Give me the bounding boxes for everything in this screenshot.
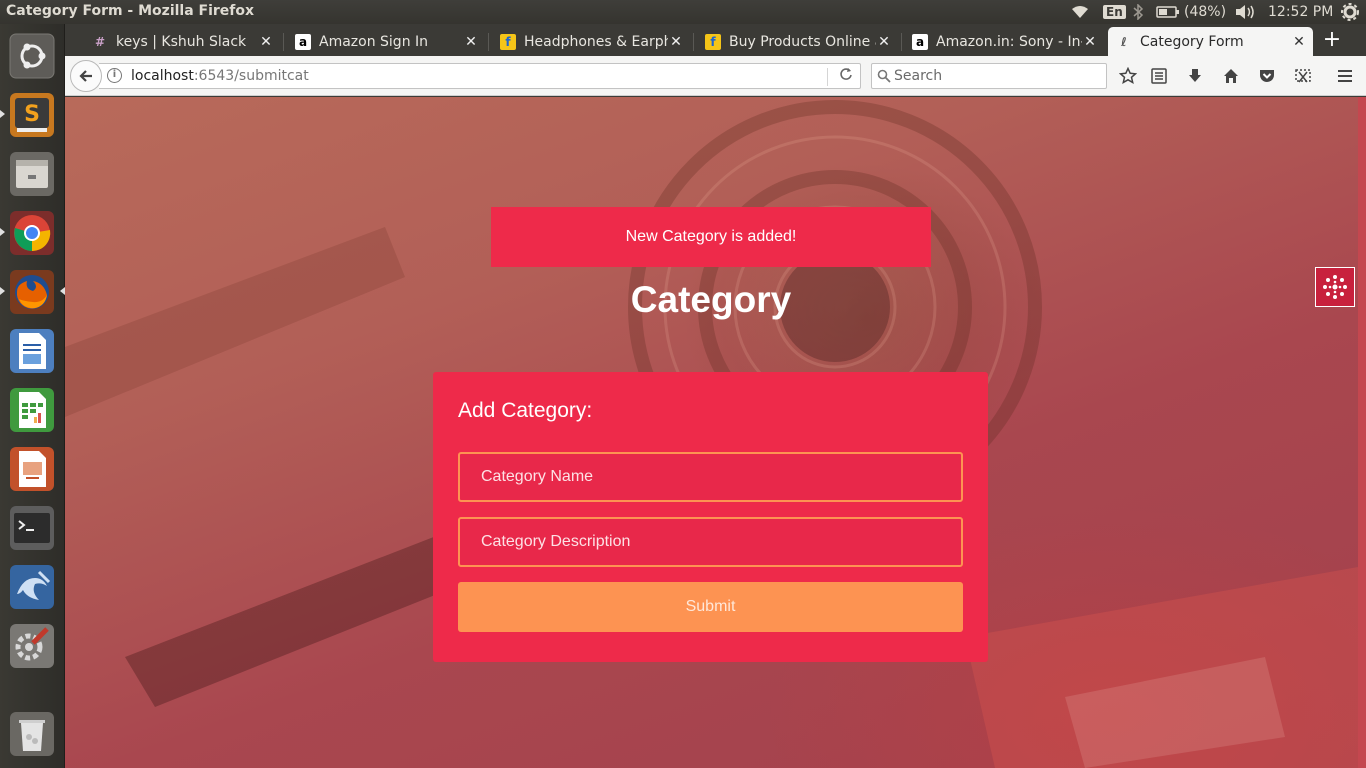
- terminal-icon[interactable]: [6, 502, 58, 554]
- reading-list-icon[interactable]: [1148, 65, 1170, 87]
- back-arrow-icon: [79, 70, 92, 82]
- download-icon[interactable]: [1184, 65, 1206, 87]
- back-button[interactable]: [70, 60, 102, 92]
- url-host: localhost: [131, 68, 194, 84]
- url-text[interactable]: localhost:6543/submitcat: [131, 68, 309, 84]
- libreoffice-writer-icon[interactable]: [6, 325, 58, 377]
- form-title: Add Category:: [458, 399, 593, 422]
- trash-icon[interactable]: [6, 708, 58, 760]
- category-name-input[interactable]: [458, 452, 963, 502]
- tab-title: Amazon.in: Sony - In-e: [936, 33, 1082, 50]
- tab-close-icon[interactable]: ✕: [463, 34, 479, 50]
- language-label: En: [1103, 5, 1126, 19]
- system-gear-icon[interactable]: [1341, 0, 1359, 24]
- flipkart-favicon-icon: f: [500, 33, 516, 50]
- flipkart-favicon-icon: f: [705, 33, 721, 50]
- unity-launcher: S: [0, 24, 65, 768]
- search-box[interactable]: [871, 63, 1107, 89]
- tab-title: Buy Products Online a: [729, 33, 876, 50]
- chrome-icon[interactable]: [6, 207, 58, 259]
- battery-indicator[interactable]: (48%): [1156, 0, 1226, 24]
- bluetooth-icon[interactable]: [1132, 0, 1144, 24]
- tab-slack[interactable]: # keys | Kshuh Slack ✕: [84, 27, 280, 56]
- search-icon: [877, 68, 893, 84]
- tab-close-icon[interactable]: ✕: [668, 34, 684, 50]
- url-path: :6543/submitcat: [193, 68, 309, 84]
- new-tab-button[interactable]: +: [1320, 29, 1344, 53]
- extension-widget-icon[interactable]: [1315, 267, 1355, 307]
- tab-close-icon[interactable]: ✕: [1082, 34, 1098, 50]
- tab-strip: # keys | Kshuh Slack ✕ a Amazon Sign In …: [65, 24, 1366, 56]
- top-panel: Category Form - Mozilla Firefox En (48%)…: [0, 0, 1366, 24]
- tab-close-icon[interactable]: ✕: [258, 34, 274, 50]
- tab-title: Category Form: [1140, 33, 1244, 50]
- tab-category-form[interactable]: ℓ Category Form ✕: [1108, 27, 1313, 56]
- firefox-icon[interactable]: [6, 266, 58, 318]
- navigation-toolbar: i localhost:6543/submitcat: [65, 56, 1366, 96]
- category-description-input[interactable]: [458, 517, 963, 567]
- search-input[interactable]: [894, 66, 1099, 86]
- pocket-icon[interactable]: [1256, 65, 1278, 87]
- tab-amazon-sony[interactable]: a Amazon.in: Sony - In-e ✕: [904, 27, 1104, 56]
- amazon-favicon-icon: a: [912, 33, 928, 50]
- flash-message: New Category is added!: [491, 207, 931, 267]
- libreoffice-calc-icon[interactable]: [6, 384, 58, 436]
- tab-title: Headphones & Earpho: [524, 33, 668, 50]
- tab-amazon-sign-in[interactable]: a Amazon Sign In ✕: [287, 27, 485, 56]
- tab-close-icon[interactable]: ✕: [1291, 34, 1307, 50]
- svg-text:S: S: [24, 102, 40, 127]
- menu-hamburger-icon[interactable]: [1334, 65, 1356, 87]
- page-heading: Category: [630, 279, 792, 320]
- url-bar[interactable]: i localhost:6543/submitcat: [99, 63, 861, 89]
- screenshot-icon[interactable]: [1292, 65, 1314, 87]
- files-icon[interactable]: [6, 148, 58, 200]
- keyboard-language-indicator[interactable]: En: [1103, 0, 1126, 24]
- window-title: Category Form - Mozilla Firefox: [6, 3, 255, 19]
- clock[interactable]: 12:52 PM: [1268, 0, 1333, 24]
- reload-icon[interactable]: [837, 67, 855, 85]
- category-form: Add Category: Submit: [433, 372, 988, 662]
- system-settings-icon[interactable]: [6, 620, 58, 672]
- battery-percent: (48%): [1184, 4, 1227, 20]
- wifi-icon[interactable]: [1070, 0, 1090, 24]
- tab-buy-products[interactable]: f Buy Products Online a ✕: [697, 27, 898, 56]
- submit-button[interactable]: Submit: [458, 582, 963, 632]
- page-scrollbar[interactable]: [1358, 97, 1366, 768]
- bookmark-star-icon[interactable]: [1117, 65, 1139, 87]
- page-content: New Category is added! Category Add Cate…: [65, 97, 1358, 768]
- libreoffice-impress-icon[interactable]: [6, 443, 58, 495]
- site-info-icon[interactable]: i: [107, 68, 122, 83]
- volume-icon[interactable]: [1234, 0, 1256, 24]
- home-icon[interactable]: [1220, 65, 1242, 87]
- tab-title: keys | Kshuh Slack: [116, 33, 247, 50]
- tab-headphones[interactable]: f Headphones & Earpho ✕: [492, 27, 690, 56]
- slack-favicon-icon: #: [94, 34, 106, 49]
- tab-title: Amazon Sign In: [319, 33, 429, 50]
- battery-icon: [1156, 6, 1179, 18]
- pyramid-favicon-icon: ℓ: [1121, 34, 1127, 49]
- ubuntu-dash-icon[interactable]: [6, 30, 58, 82]
- mysql-workbench-icon[interactable]: [6, 561, 58, 613]
- tab-close-icon[interactable]: ✕: [876, 34, 892, 50]
- sublime-text-icon[interactable]: S: [6, 89, 58, 141]
- amazon-favicon-icon: a: [295, 33, 311, 50]
